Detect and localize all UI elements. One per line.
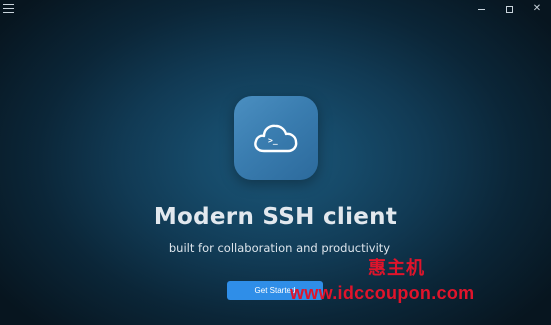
minimize-button[interactable] bbox=[467, 0, 495, 18]
terminal-prompt-glyph: >_ bbox=[268, 136, 278, 145]
close-icon: ✕ bbox=[532, 3, 542, 14]
app-logo-tile: >_ bbox=[234, 96, 318, 180]
window-controls: ✕ bbox=[467, 0, 551, 18]
app-window: ✕ >_ Modern SSH client built for collabo… bbox=[0, 0, 551, 325]
minimize-icon bbox=[477, 9, 485, 10]
close-button[interactable]: ✕ bbox=[523, 0, 551, 18]
watermark-url-text: www.idccoupon.com bbox=[290, 283, 475, 303]
cloud-terminal-icon: >_ bbox=[254, 124, 298, 153]
maximize-button[interactable] bbox=[495, 0, 523, 18]
watermark-cn-text: 惠主机 bbox=[368, 258, 425, 279]
hamburger-menu-icon[interactable] bbox=[3, 4, 14, 13]
page-subtitle: built for collaboration and productivity bbox=[168, 241, 391, 255]
maximize-icon bbox=[505, 5, 513, 13]
page-title: Modern SSH client bbox=[153, 204, 398, 230]
